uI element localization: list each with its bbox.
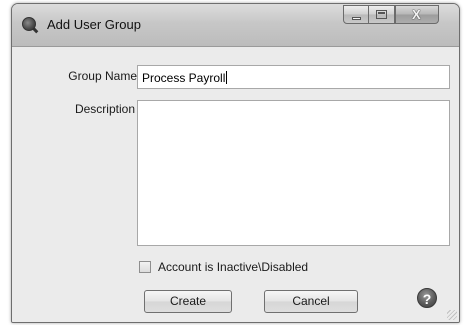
description-label: Description	[74, 102, 135, 116]
maximize-icon	[376, 10, 387, 19]
inactive-checkbox-label[interactable]: Account is Inactive\Disabled	[158, 260, 308, 274]
maximize-button[interactable]	[369, 5, 395, 24]
close-icon: X	[412, 7, 421, 22]
add-user-group-window: Add User Group X Group Name Process Payr…	[11, 3, 460, 323]
minimize-icon	[352, 17, 361, 20]
group-name-label: Group Name	[68, 69, 137, 83]
resize-grip[interactable]	[447, 310, 457, 320]
cancel-button[interactable]: Cancel	[264, 290, 358, 313]
group-name-field[interactable]: Process Payroll	[137, 65, 450, 89]
window-title: Add User Group	[47, 17, 141, 32]
app-icon[interactable]	[22, 17, 36, 31]
group-name-value: Process Payroll	[142, 71, 226, 85]
description-textarea[interactable]	[137, 100, 450, 246]
inactive-checkbox[interactable]	[139, 261, 151, 273]
text-caret	[226, 71, 228, 84]
create-button[interactable]: Create	[144, 290, 232, 313]
help-icon[interactable]: ?	[417, 288, 437, 308]
window-controls: X	[343, 5, 439, 24]
minimize-button[interactable]	[343, 5, 369, 24]
close-button[interactable]: X	[395, 5, 439, 24]
title-bar[interactable]: Add User Group X	[12, 4, 459, 47]
dialog-body: Group Name Process Payroll Description A…	[12, 47, 459, 322]
inactive-checkbox-row[interactable]: Account is Inactive\Disabled	[139, 260, 308, 274]
